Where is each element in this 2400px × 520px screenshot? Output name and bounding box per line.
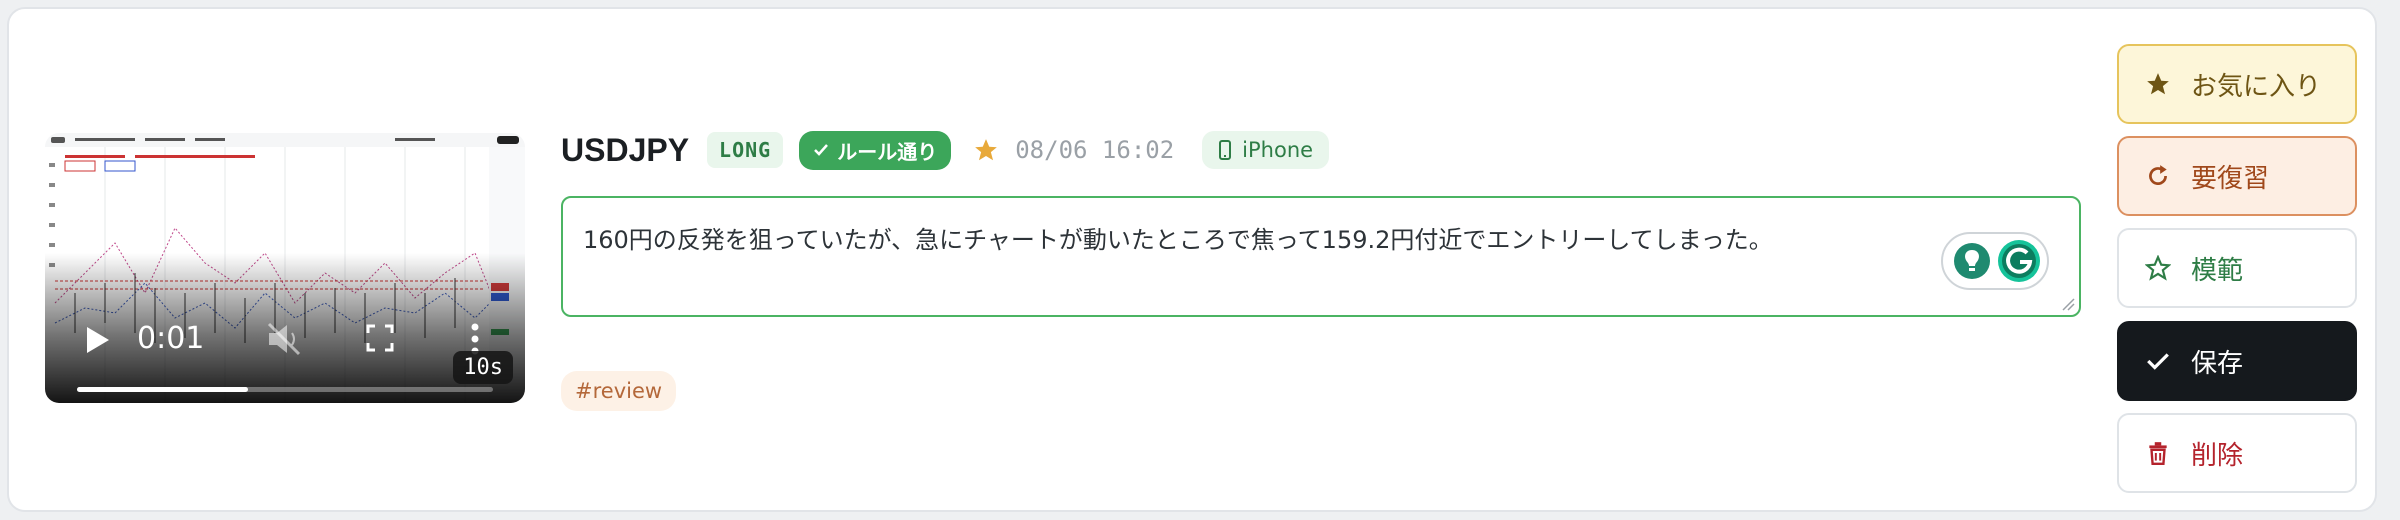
- needs-review-label: 要復習: [2191, 163, 2270, 194]
- video-duration-badge: 10s: [453, 351, 513, 384]
- device-badge: iPhone: [1202, 131, 1330, 169]
- delete-button[interactable]: 削除: [2117, 413, 2357, 493]
- play-icon[interactable]: [85, 325, 111, 355]
- smartphone-icon: [1219, 140, 1232, 160]
- tag-chip[interactable]: #review: [561, 371, 677, 411]
- star-outline-icon: [2145, 255, 2171, 281]
- star-filled-icon: [975, 139, 998, 161]
- resize-handle-icon[interactable]: [2061, 297, 2075, 311]
- trade-video-player[interactable]: 0:01 10s: [45, 133, 525, 403]
- refresh-icon: [2149, 165, 2167, 185]
- rule-compliance-badge: ルール通り: [799, 130, 952, 170]
- device-label: iPhone: [1242, 138, 1314, 162]
- favorite-button[interactable]: お気に入り: [2117, 44, 2357, 124]
- trade-note-textarea[interactable]: 160円の反発を狙っていたが、急にチャートが動いたところで焦って159.2円付近…: [561, 196, 2081, 317]
- favorite-label: お気に入り: [2191, 71, 2322, 102]
- needs-review-button[interactable]: 要復習: [2117, 136, 2357, 216]
- trade-card: 0:01 10s USDJPY LONG ルール通り 08/06 16:02 i…: [7, 7, 2377, 512]
- grammarly-icon[interactable]: [1997, 239, 2041, 283]
- currency-pair: USDJPY: [561, 131, 690, 168]
- lightbulb-icon[interactable]: [1953, 242, 1991, 280]
- star-filled-icon: [2147, 73, 2169, 95]
- trade-header: USDJPY LONG ルール通り 08/06 16:02 iPhone: [561, 127, 1330, 173]
- mute-icon[interactable]: [265, 321, 305, 357]
- writing-assistant-widget[interactable]: [1941, 232, 2049, 290]
- delete-label: 削除: [2191, 440, 2244, 471]
- trade-note-text: 160円の反発を狙っていたが、急にチャートが動いたところで焦って159.2円付近…: [583, 226, 1773, 254]
- save-label: 保存: [2191, 348, 2244, 379]
- direction-badge: LONG: [707, 132, 784, 168]
- video-current-time: 0:01: [137, 321, 205, 356]
- check-icon: [2147, 353, 2169, 370]
- fullscreen-icon[interactable]: [365, 323, 395, 353]
- video-progress-bar[interactable]: [77, 387, 493, 392]
- model-label: 模範: [2191, 255, 2244, 286]
- trash-icon: [2149, 442, 2167, 466]
- rule-badge-label: ルール通り: [837, 139, 938, 164]
- check-icon: [814, 144, 829, 156]
- trade-datetime: 08/06 16:02: [1015, 136, 1175, 164]
- model-trade-button[interactable]: 模範: [2117, 228, 2357, 308]
- save-button[interactable]: 保存: [2117, 321, 2357, 401]
- video-progress-fill: [77, 387, 248, 392]
